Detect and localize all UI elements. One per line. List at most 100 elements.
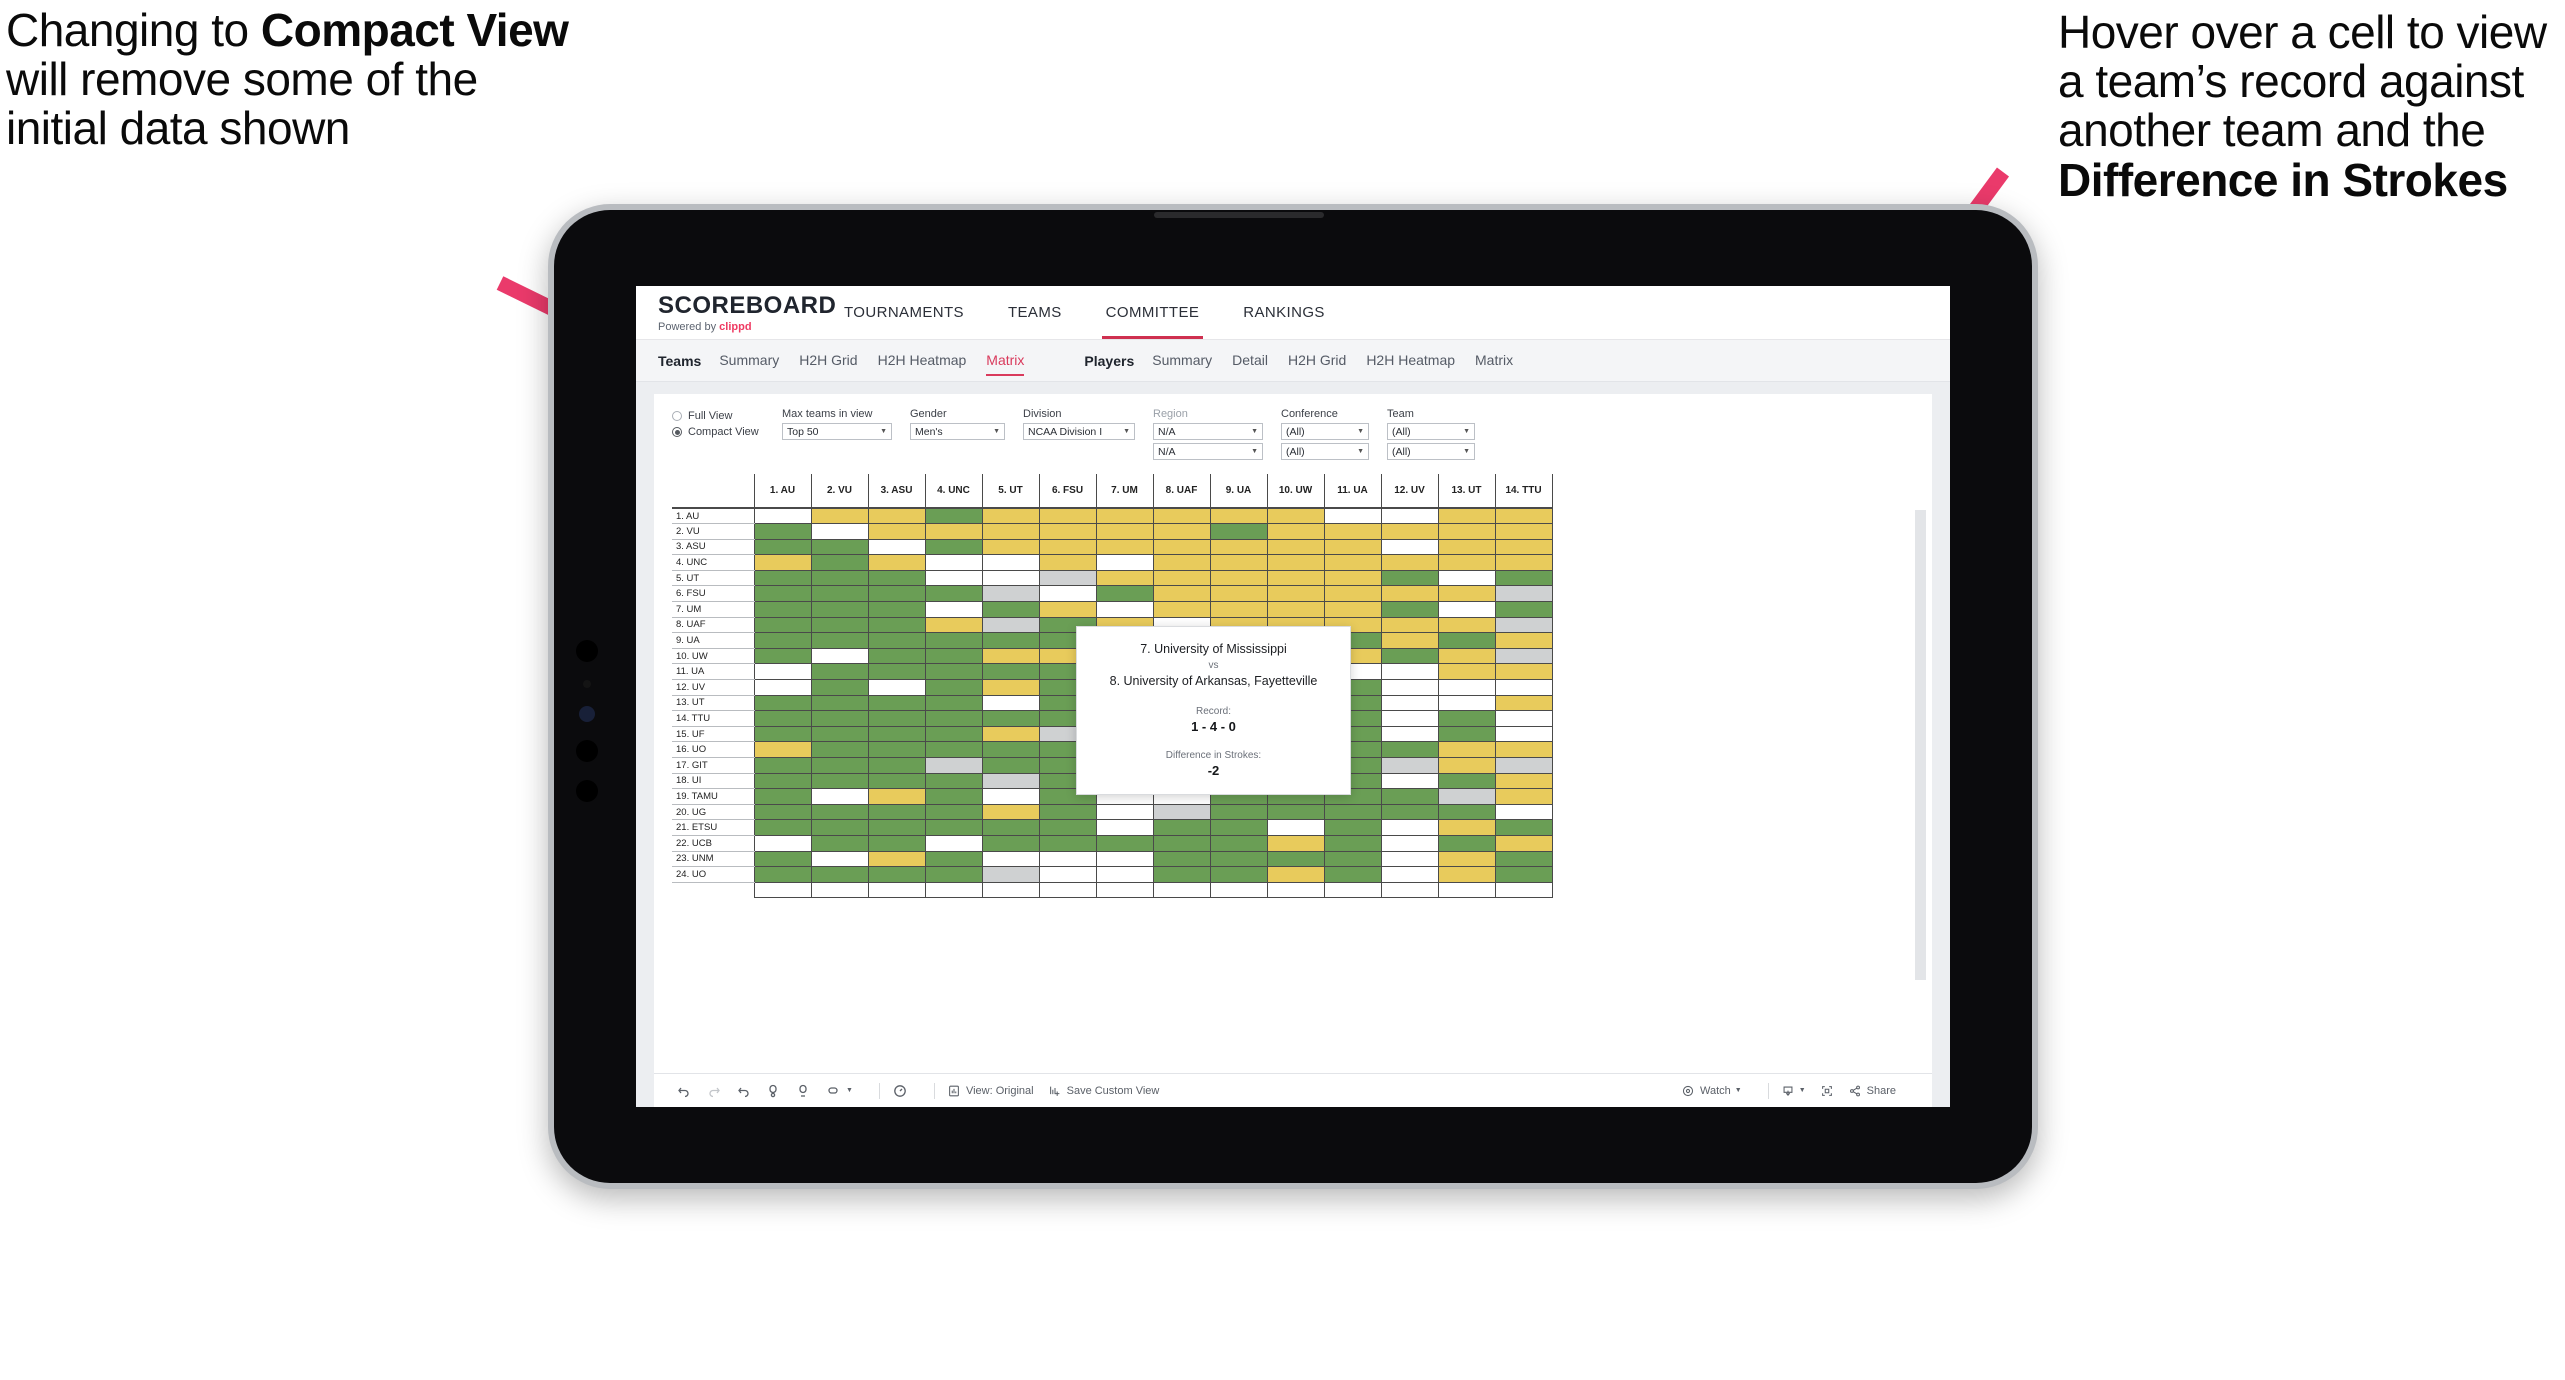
matrix-cell[interactable] [1380,741,1439,758]
matrix-cell[interactable] [1095,601,1154,618]
matrix-cell[interactable] [1323,601,1382,618]
matrix-cell[interactable] [867,819,926,836]
matrix-cell[interactable] [753,570,812,587]
matrix-cell[interactable] [810,788,869,805]
filter-team-select-1[interactable]: (All) ▼ [1387,423,1475,440]
nav-tab-rankings[interactable]: RANKINGS [1221,286,1347,339]
matrix-cell[interactable] [867,523,926,540]
matrix-cell[interactable] [810,648,869,665]
tab-players-summary[interactable]: Summary [1152,352,1212,370]
matrix-cell[interactable] [1437,585,1496,603]
matrix-cell[interactable] [810,679,869,696]
matrix-cell[interactable] [867,866,926,883]
matrix-cell[interactable] [810,741,869,758]
matrix-cell[interactable] [1437,710,1496,727]
matrix-cell[interactable] [753,601,812,618]
matrix-cell[interactable] [1038,851,1097,868]
matrix-cell[interactable] [1437,773,1496,790]
matrix-cell[interactable] [1494,788,1553,805]
matrix-cell[interactable] [1494,632,1553,649]
nav-tab-teams[interactable]: TEAMS [986,286,1084,339]
matrix-cell[interactable] [1038,866,1097,883]
matrix-cell[interactable] [1209,508,1268,525]
matrix-cell[interactable] [981,508,1040,525]
matrix-cell[interactable] [1437,663,1496,681]
matrix-cell[interactable] [924,679,983,696]
matrix-cell[interactable] [810,835,869,852]
matrix-cell[interactable] [1323,523,1382,540]
matrix-cell[interactable] [1494,617,1553,634]
matrix-cell[interactable] [981,617,1040,634]
matrix-cell[interactable] [1380,554,1439,571]
matrix-cell[interactable] [981,585,1040,603]
matrix-cell[interactable] [1038,835,1097,852]
matrix-cell[interactable] [1494,539,1553,556]
matrix-cell[interactable] [1209,539,1268,556]
matrix-cell[interactable] [1266,585,1325,603]
matrix-cell[interactable] [924,617,983,634]
matrix-cell[interactable] [1494,695,1553,712]
matrix-cell[interactable] [1380,570,1439,587]
matrix-cell[interactable] [1095,804,1154,821]
matrix-cell[interactable] [753,648,812,665]
matrix-cell[interactable] [753,773,812,790]
matrix-cell[interactable] [981,741,1040,758]
matrix-cell[interactable] [1494,741,1553,758]
matrix-cell[interactable] [810,663,869,681]
matrix-cell[interactable] [1095,819,1154,836]
filter-conference-select-2[interactable]: (All) ▼ [1281,443,1369,460]
matrix-cell[interactable] [867,773,926,790]
matrix-cell[interactable] [924,866,983,883]
matrix-cell[interactable] [1380,788,1439,805]
view-original-button[interactable]: View: Original [947,1084,1034,1098]
matrix-cell[interactable] [924,804,983,821]
matrix-cell[interactable] [924,632,983,649]
matrix-cell[interactable] [810,773,869,790]
matrix-cell[interactable] [1494,570,1553,587]
matrix-cell[interactable] [1380,851,1439,868]
matrix-cell[interactable] [981,773,1040,790]
matrix-cell[interactable] [753,663,812,681]
matrix-cell[interactable] [1494,866,1553,883]
matrix-cell[interactable] [867,788,926,805]
share-button[interactable]: Share [1848,1084,1896,1098]
matrix-cell[interactable] [867,585,926,603]
matrix-cell[interactable] [924,648,983,665]
matrix-cell[interactable] [1152,819,1211,836]
matrix-cell[interactable] [981,866,1040,883]
matrix-cell[interactable] [1095,554,1154,571]
matrix-cell[interactable] [810,866,869,883]
matrix-cell[interactable] [1380,757,1439,774]
matrix-cell[interactable] [981,679,1040,696]
matrix-cell[interactable] [981,695,1040,712]
matrix-cell[interactable] [924,851,983,868]
matrix-cell[interactable] [1494,726,1553,743]
matrix-cell[interactable] [981,788,1040,805]
matrix-cell[interactable] [1323,585,1382,603]
matrix-cell[interactable] [1323,851,1382,868]
matrix-cell[interactable] [1380,835,1439,852]
matrix-cell[interactable] [981,523,1040,540]
matrix-cell[interactable] [753,695,812,712]
matrix-cell[interactable] [810,851,869,868]
matrix-cell[interactable] [1095,508,1154,525]
matrix-cell[interactable] [1095,585,1154,603]
matrix-cell[interactable] [1494,508,1553,525]
matrix-cell[interactable] [924,710,983,727]
watch-button[interactable]: Watch ▼ [1681,1084,1742,1098]
matrix-cell[interactable] [867,741,926,758]
matrix-cell[interactable] [810,726,869,743]
matrix-cell[interactable] [1038,523,1097,540]
matrix-cell[interactable] [753,632,812,649]
matrix-cell[interactable] [753,757,812,774]
matrix-cell[interactable] [1380,773,1439,790]
filter-team-select-2[interactable]: (All) ▼ [1387,443,1475,460]
matrix-cell[interactable] [810,632,869,649]
matrix-cell[interactable] [1152,585,1211,603]
matrix-cell[interactable] [1323,508,1382,525]
tab-players-h2h-grid[interactable]: H2H Grid [1288,352,1346,370]
matrix-cell[interactable] [1437,508,1496,525]
matrix-cell[interactable] [1152,508,1211,525]
matrix-cell[interactable] [867,601,926,618]
tab-players-matrix[interactable]: Matrix [1475,352,1513,370]
